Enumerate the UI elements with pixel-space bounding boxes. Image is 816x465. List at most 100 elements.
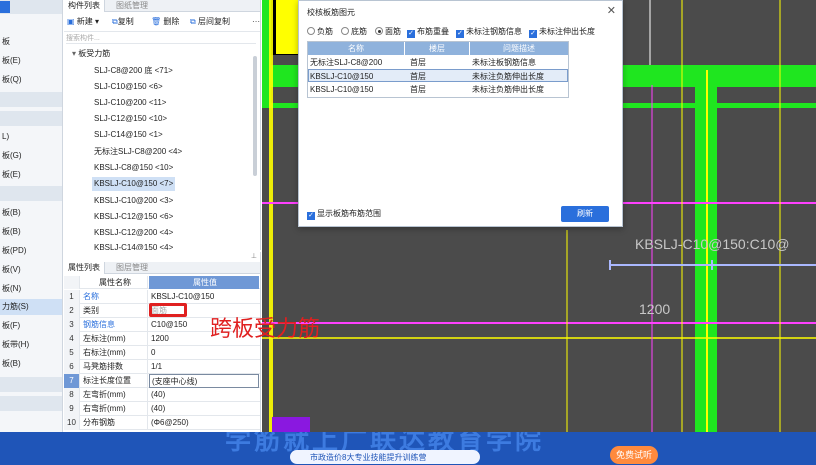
delete-icon: 🗑 — [151, 17, 162, 26]
nav-item[interactable]: 板(PD) — [0, 243, 62, 259]
radio-top-rebar[interactable]: 面筋 — [375, 26, 401, 38]
prop-value[interactable]: KBSLJ-C10@150 — [149, 290, 259, 304]
prop-value[interactable]: 1/1 — [149, 360, 259, 374]
cell-name: 无标注SLJ-C8@200 — [310, 58, 383, 67]
prop-row[interactable]: 1 名称 KBSLJ-C10@150 — [64, 290, 260, 304]
nav-item[interactable]: 板(Q) — [0, 72, 62, 88]
prop-row-number: 7 — [64, 374, 80, 388]
property-tabbar: 属性列表 图层管理 — [64, 262, 260, 274]
nav-item[interactable]: 板(E) — [0, 53, 62, 69]
nav-item[interactable]: 板(B) — [0, 224, 62, 240]
prop-name: 名称 — [81, 290, 148, 304]
comp-scrollbar[interactable] — [253, 56, 257, 176]
prop-value[interactable]: 0 — [149, 346, 259, 360]
prop-row-number: 1 — [64, 290, 80, 304]
prop-row[interactable]: 8 左弯折(mm) (40) — [64, 388, 260, 402]
nav-item[interactable]: 板(G) — [0, 148, 62, 164]
prop-row[interactable]: 5 右标注(mm) 0 — [64, 346, 260, 360]
canvas-rebar-label: KBSLJ-C10@150:C10@ — [635, 236, 790, 252]
nav-item[interactable]: 板带(H) — [0, 337, 62, 353]
floor-copy-icon: ⧉ — [190, 17, 196, 26]
nav-item-selected[interactable]: 力筋(S) — [0, 299, 62, 315]
left-navigation: 板 板(E) 板(Q) L) 板(G) 板(E) 板(B) 板(B) 板(PD)… — [0, 0, 63, 432]
prop-value[interactable]: (40) — [149, 402, 259, 416]
tree-item[interactable]: SLJ-C10@200 <11> — [94, 96, 166, 110]
tree-item[interactable]: KBSLJ-C12@200 <4> — [94, 226, 173, 240]
check-unlabeled-extension[interactable]: ✓ 未标注伸出长度 — [529, 26, 595, 38]
tree-item[interactable]: SLJ-C14@150 <1> — [94, 128, 163, 142]
pin-icon[interactable]: ⊥ — [251, 252, 257, 260]
prop-row[interactable]: 7 标注长度位置 (支座中心线) — [64, 374, 260, 388]
tree-item[interactable]: KBSLJ-C10@200 <3> — [94, 194, 173, 208]
nav-item[interactable]: 板(E) — [0, 167, 62, 183]
prop-row-number: 4 — [64, 332, 80, 346]
tree-group-rebar[interactable]: ▾ 板受力筋 — [72, 47, 110, 61]
refresh-button[interactable]: 刷新 — [561, 206, 609, 222]
copy-button[interactable]: ⧉复制 — [112, 16, 134, 28]
prop-row[interactable]: 10 分布钢筋 (Φ6@250) — [64, 416, 260, 430]
prop-value[interactable]: (40) — [149, 388, 259, 402]
more-icon[interactable]: ⋯ — [252, 16, 260, 28]
issues-table: 名称 楼层 问题描述 无标注SLJ-C8@200 首层 未标注板钢筋信息 KBS… — [307, 41, 569, 98]
tree-item[interactable]: SLJ-C10@150 <6> — [94, 80, 163, 94]
tab-layer-management[interactable]: 图层管理 — [112, 262, 152, 274]
radio-label: 面筋 — [385, 27, 401, 36]
component-toolbar: ▣ 新建 ▾ ⧉复制 🗑 删除 ⧉ 层间复制 ⋯ — [64, 12, 260, 32]
nav-item[interactable]: 板(V) — [0, 262, 62, 278]
radio-negative-rebar[interactable]: 负筋 — [307, 26, 333, 38]
prop-row-number: 8 — [64, 388, 80, 402]
col-issue: 问题描述 — [470, 42, 568, 55]
new-button[interactable]: ▣ 新建 ▾ — [67, 16, 99, 28]
check-show-range[interactable]: ✓ 显示板筋布筋范围 — [307, 208, 381, 220]
prop-row-number: 3 — [64, 318, 80, 332]
nav-item[interactable]: 板(N) — [0, 281, 62, 297]
prop-value[interactable]: (Φ6@250) — [149, 416, 259, 430]
nav-item[interactable]: 板(B) — [0, 356, 62, 372]
close-icon[interactable]: ✕ — [607, 4, 616, 17]
prop-row[interactable]: 6 马凳筋排数 1/1 — [64, 360, 260, 374]
tab-component-list[interactable]: 构件列表 — [64, 0, 105, 12]
table-row[interactable]: KBSLJ-C10@150 首层 未标注负筋伸出长度 — [308, 83, 568, 96]
prop-row[interactable]: 9 右弯折(mm) (40) — [64, 402, 260, 416]
radio-bottom-rebar[interactable]: 底筋 — [341, 26, 367, 38]
prop-row-number: 2 — [64, 304, 80, 318]
nav-item[interactable]: L) — [0, 129, 62, 145]
cell-floor: 首层 — [410, 58, 426, 67]
nav-group-band — [0, 92, 62, 107]
radio-icon — [307, 27, 315, 35]
tree-item-selected[interactable]: KBSLJ-C10@150 <7> — [92, 177, 176, 191]
nav-item[interactable]: 板(F) — [0, 318, 62, 334]
nav-active-marker — [0, 1, 10, 13]
tree-item[interactable]: SLJ-C12@150 <10> — [94, 112, 167, 126]
free-trial-button[interactable]: 免费试听 — [610, 446, 658, 464]
tree-item[interactable]: KBSLJ-C8@150 <10> — [94, 161, 173, 175]
nav-item[interactable]: 板 — [0, 34, 62, 50]
table-row[interactable]: 无标注SLJ-C8@200 首层 未标注板钢筋信息 — [308, 56, 568, 69]
floor-copy-button[interactable]: ⧉ 层间复制 — [190, 16, 230, 28]
nav-item[interactable]: 板(B) — [0, 205, 62, 221]
tab-drawing-management[interactable]: 图纸管理 — [112, 0, 152, 12]
tree-item[interactable]: KBSLJ-C14@150 <4> — [94, 241, 173, 250]
component-search-input[interactable]: 搜索构件... — [66, 33, 256, 44]
radio-selected-icon — [375, 27, 383, 35]
delete-label: 删除 — [163, 17, 180, 26]
prop-name: 标注长度位置 — [81, 374, 148, 388]
new-icon: ▣ — [67, 17, 75, 26]
table-row-selected[interactable]: KBSLJ-C10@150 首层 未标注负筋伸出长度 — [308, 69, 568, 82]
cell-issue: 未标注负筋伸出长度 — [472, 72, 544, 81]
col-floor: 楼层 — [405, 42, 469, 55]
prop-header-name: 属性名称 — [81, 276, 148, 289]
check-unlabeled-rebar-info[interactable]: ✓ 未标注钢筋信息 — [456, 26, 522, 38]
nav-group-band — [0, 396, 62, 411]
tree-item[interactable]: 无标注SLJ-C8@200 <4> — [94, 145, 182, 159]
prop-value[interactable]: (支座中心线) — [149, 374, 259, 388]
floor-copy-label: 层间复制 — [197, 17, 230, 26]
check-rebar-overlap[interactable]: ✓ 布筋重叠 — [407, 26, 449, 38]
promo-banner[interactable]: 学筋就上广联达教育学院 市政造价8大专业技能提升训练营 免费试听 — [0, 432, 816, 465]
delete-button[interactable]: 🗑 删除 — [151, 16, 179, 28]
tree-item[interactable]: KBSLJ-C12@150 <6> — [94, 210, 173, 224]
prop-name: 右标注(mm) — [81, 346, 148, 360]
dialog-title: 校核板筋图元 — [307, 8, 355, 17]
tab-property-list[interactable]: 属性列表 — [64, 262, 105, 274]
tree-item[interactable]: SLJ-C8@200 底 <71> — [94, 64, 173, 78]
